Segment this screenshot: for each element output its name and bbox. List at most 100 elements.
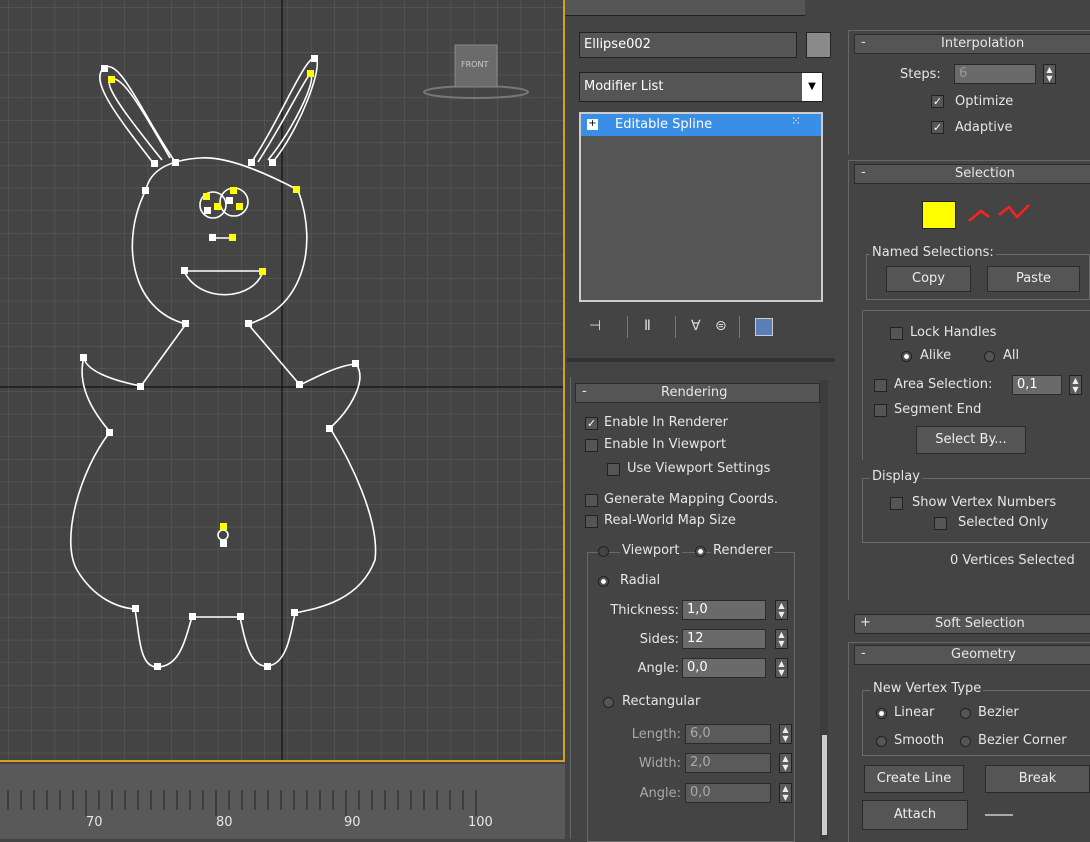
scrollbar-thumb[interactable] <box>822 735 827 835</box>
front-viewport[interactable]: FRONT <box>0 0 565 762</box>
lock-handles-checkbox[interactable] <box>890 327 903 340</box>
linear-radio[interactable] <box>876 708 887 719</box>
divider <box>985 814 1013 816</box>
ruler-label-100: 100 <box>468 815 493 830</box>
paste-button[interactable]: Paste <box>987 266 1080 292</box>
make-unique-icon[interactable]: ∀ <box>691 318 701 334</box>
area-selection-spinner[interactable]: ▲ ▼ <box>1069 375 1082 395</box>
segment-subobject-icon[interactable] <box>965 203 1035 227</box>
configure-sets-icon[interactable] <box>755 318 773 336</box>
angle2-field[interactable]: 0,0 <box>685 783 771 803</box>
steps-spinner[interactable]: ▲ ▼ <box>1043 64 1056 84</box>
thickness-field[interactable]: 1,0 <box>682 600 766 620</box>
object-name-field[interactable]: Ellipse002 <box>579 32 797 58</box>
angle2-label: Angle: <box>639 786 681 801</box>
bezier-label: Bezier <box>978 705 1019 720</box>
bezier-corner-label: Bezier Corner <box>978 733 1067 748</box>
sides-spinner[interactable]: ▲ ▼ <box>775 629 788 649</box>
rendering-rollout-header[interactable]: - Rendering <box>575 383 820 403</box>
adaptive-checkbox[interactable] <box>931 121 944 134</box>
bezier-radio[interactable] <box>960 708 971 719</box>
selection-header[interactable]: - Selection <box>854 164 1090 184</box>
angle-field[interactable]: 0,0 <box>682 658 766 678</box>
named-selections-label: Named Selections: <box>870 245 996 260</box>
lock-handles-label: Lock Handles <box>910 325 997 340</box>
sides-field[interactable]: 12 <box>682 629 766 649</box>
object-color-swatch[interactable] <box>806 32 831 58</box>
collapse-icon: - <box>861 35 866 50</box>
enable-in-viewport-label: Enable In Viewport <box>604 437 727 452</box>
soft-selection-header[interactable]: + Soft Selection <box>854 614 1090 634</box>
scrollbar-track[interactable] <box>820 380 828 840</box>
command-panel-tabs[interactable] <box>565 0 805 16</box>
selection-status: 0 Vertices Selected <box>950 553 1075 568</box>
viewport-radio[interactable] <box>598 546 609 557</box>
renderer-radio[interactable] <box>695 546 706 557</box>
show-end-result-icon[interactable]: Ⅱ <box>644 318 651 334</box>
modifier-stack[interactable]: + Editable Spline ⁙ <box>579 112 823 302</box>
angle-spinner[interactable]: ▲ ▼ <box>775 658 788 678</box>
ruler-label-90: 90 <box>344 815 361 830</box>
thickness-label: Thickness: <box>610 603 679 618</box>
geometry-header[interactable]: - Geometry <box>854 645 1090 665</box>
collapse-icon: - <box>861 646 866 661</box>
viewport-radio-label: Viewport <box>620 543 682 558</box>
angle2-spinner[interactable]: ▲ ▼ <box>779 783 792 803</box>
width-field[interactable]: 2,0 <box>685 753 771 773</box>
panel-separator <box>567 358 835 362</box>
vertex-subobject-icon[interactable] <box>922 201 956 229</box>
chevron-down-icon[interactable]: ▼ <box>802 73 822 101</box>
generate-mapping-label: Generate Mapping Coords. <box>604 492 779 507</box>
optimize-checkbox[interactable] <box>931 95 944 108</box>
bezier-corner-radio[interactable] <box>960 736 971 747</box>
rectangular-label: Rectangular <box>622 694 701 709</box>
divider <box>739 316 740 338</box>
width-spinner[interactable]: ▲ ▼ <box>779 753 792 773</box>
enable-in-renderer-label: Enable In Renderer <box>604 415 728 430</box>
divider <box>627 316 628 338</box>
create-line-button[interactable]: Create Line <box>864 765 964 793</box>
divider <box>675 316 676 338</box>
selected-only-checkbox[interactable] <box>934 517 947 530</box>
display-label: Display <box>870 469 922 484</box>
soft-selection-title: Soft Selection <box>935 616 1025 631</box>
length-field[interactable]: 6,0 <box>685 724 771 744</box>
ruler-label-70: 70 <box>86 815 103 830</box>
optimize-label: Optimize <box>955 94 1014 109</box>
timeline-ruler[interactable]: 70 80 90 100 <box>0 764 565 839</box>
copy-button[interactable]: Copy <box>886 266 971 292</box>
geometry-title: Geometry <box>951 647 1016 662</box>
remove-modifier-icon[interactable]: ⊜ <box>715 318 727 334</box>
smooth-radio[interactable] <box>876 736 887 747</box>
area-selection-checkbox[interactable] <box>874 379 887 392</box>
enable-in-viewport-checkbox[interactable] <box>585 439 598 452</box>
thickness-spinner[interactable]: ▲ ▼ <box>775 600 788 620</box>
expand-icon[interactable]: + <box>587 119 598 130</box>
radial-radio[interactable] <box>598 576 609 587</box>
selection-title: Selection <box>955 166 1015 181</box>
real-world-map-size-checkbox[interactable] <box>585 515 598 528</box>
interpolation-header[interactable]: - Interpolation <box>854 34 1090 54</box>
select-by-button[interactable]: Select By... <box>916 426 1026 454</box>
show-vertex-numbers-checkbox[interactable] <box>890 497 903 510</box>
break-button[interactable]: Break <box>985 765 1090 793</box>
attach-button[interactable]: Attach <box>862 800 968 830</box>
length-spinner[interactable]: ▲ ▼ <box>779 724 792 744</box>
generate-mapping-checkbox[interactable] <box>585 494 598 507</box>
modifier-list-dropdown[interactable]: Modifier List ▼ <box>579 72 823 102</box>
area-selection-field[interactable]: 0,1 <box>1012 375 1062 395</box>
enable-in-renderer-checkbox[interactable] <box>585 417 598 430</box>
new-vertex-type-label: New Vertex Type <box>871 681 984 696</box>
stack-item-editable-spline[interactable]: + Editable Spline ⁙ <box>581 114 821 136</box>
steps-field[interactable]: 6 <box>954 64 1036 84</box>
segment-end-checkbox[interactable] <box>874 404 887 417</box>
renderer-radio-label: Renderer <box>711 543 775 558</box>
radial-label: Radial <box>620 573 661 588</box>
alike-radio[interactable] <box>901 351 912 362</box>
use-viewport-settings-checkbox[interactable] <box>607 463 620 476</box>
adaptive-label: Adaptive <box>955 120 1013 135</box>
all-radio[interactable] <box>984 351 995 362</box>
rectangular-radio[interactable] <box>603 697 614 708</box>
collapse-icon: - <box>582 384 587 399</box>
pin-stack-icon[interactable]: ⊣ <box>589 318 601 334</box>
